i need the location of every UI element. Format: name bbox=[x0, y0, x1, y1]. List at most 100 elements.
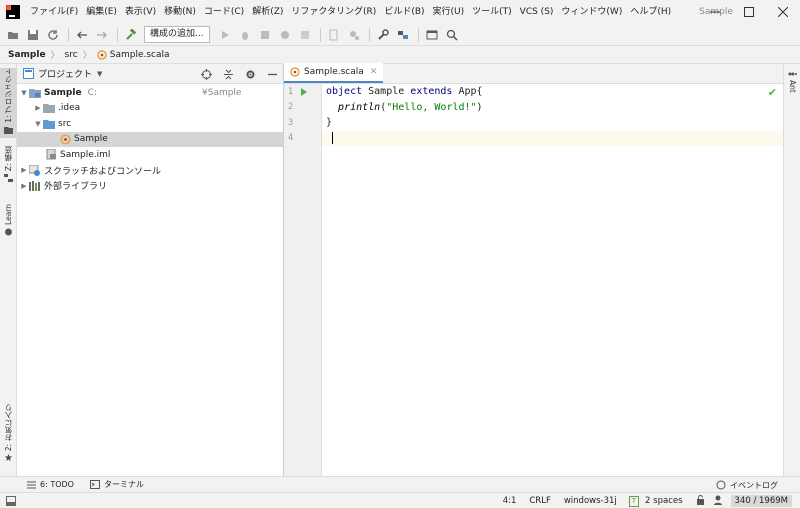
close-window-button[interactable] bbox=[766, 0, 800, 24]
chevron-down-icon[interactable]: ▼ bbox=[97, 70, 102, 78]
module-folder-icon bbox=[29, 87, 41, 99]
code-area[interactable]: object Sample extends App{ println("Hell… bbox=[322, 84, 783, 476]
structure-tool-tab-label: Z: 構造 bbox=[4, 146, 13, 172]
no-problems-check-icon[interactable]: ✔ bbox=[768, 86, 777, 99]
run-anything-button[interactable] bbox=[423, 26, 441, 44]
save-all-button[interactable] bbox=[24, 26, 42, 44]
file-encoding[interactable]: windows-31j bbox=[564, 496, 617, 506]
settings-button[interactable] bbox=[374, 26, 392, 44]
attach-icon bbox=[349, 30, 359, 40]
attach-button[interactable] bbox=[345, 26, 363, 44]
event-log-button[interactable]: イベントログ bbox=[716, 477, 778, 493]
menu-file[interactable]: ファイル(F) bbox=[26, 0, 82, 24]
tree-node-sample-object[interactable]: Sample bbox=[17, 131, 283, 147]
toolbar-separator bbox=[319, 27, 321, 42]
inspector-icon[interactable] bbox=[713, 495, 723, 508]
list-icon bbox=[26, 480, 36, 490]
vcs-icon bbox=[329, 29, 338, 40]
breadcrumb-project[interactable]: Sample bbox=[8, 50, 46, 60]
run-configuration-select[interactable]: 構成の追加... bbox=[144, 26, 210, 43]
menu-bar: ファイル(F) 編集(E) 表示(V) 移動(N) コード(C) 解析(Z) リ… bbox=[0, 0, 800, 24]
tree-node-scratches[interactable]: ▶ スクラッチおよびコンソール bbox=[17, 163, 283, 179]
tree-node-external-libraries[interactable]: ▶ 外部ライブラリ bbox=[17, 178, 283, 194]
tree-node-label: Sample bbox=[44, 87, 82, 98]
hide-panel-button[interactable] bbox=[265, 67, 279, 81]
menu-analyze[interactable]: 解析(Z) bbox=[248, 0, 287, 24]
status-bar: 4:1 CRLF windows-31j T 2 spaces 340 / 19… bbox=[0, 492, 800, 508]
tree-node-sample-iml[interactable]: Sample.iml bbox=[17, 147, 283, 163]
run-button[interactable] bbox=[216, 26, 234, 44]
profile-button[interactable] bbox=[276, 26, 294, 44]
menu-window[interactable]: ウィンドウ(W) bbox=[557, 0, 626, 24]
play-icon bbox=[221, 30, 229, 39]
todo-tool-button[interactable]: 6: TODO bbox=[26, 480, 82, 490]
locate-file-button[interactable] bbox=[199, 67, 213, 81]
expanded-arrow-icon[interactable]: ▼ bbox=[33, 120, 43, 128]
run-gutter-icon[interactable] bbox=[301, 88, 307, 96]
maximize-button[interactable] bbox=[732, 0, 766, 24]
build-button[interactable] bbox=[122, 26, 140, 44]
breadcrumb-src[interactable]: src bbox=[65, 50, 78, 60]
menu-refactor[interactable]: リファクタリング(R) bbox=[287, 0, 380, 24]
back-button[interactable] bbox=[73, 26, 91, 44]
tree-node-idea[interactable]: ▶ .idea bbox=[17, 101, 283, 117]
source-folder-icon bbox=[43, 118, 55, 130]
editor-tab-sample-scala[interactable]: Sample.scala ✕ bbox=[284, 63, 384, 83]
caret-position[interactable]: 4:1 bbox=[503, 496, 517, 506]
menu-view[interactable]: 表示(V) bbox=[121, 0, 160, 24]
tree-node-sample-module[interactable]: ▼ Sample C: ¥Sample bbox=[17, 85, 283, 101]
minimize-button[interactable] bbox=[698, 0, 732, 24]
toolbar-separator bbox=[117, 27, 118, 42]
tree-node-src[interactable]: ▼ src bbox=[17, 116, 283, 132]
collapse-icon bbox=[223, 69, 233, 79]
lock-icon[interactable] bbox=[696, 494, 705, 508]
terminal-tool-label: ターミナル bbox=[103, 480, 144, 489]
line-number: 2 bbox=[288, 102, 294, 113]
ant-tool-tab[interactable]: Ant bbox=[784, 70, 800, 93]
breadcrumb-file[interactable]: Sample.scala bbox=[97, 50, 170, 60]
project-structure-button[interactable] bbox=[394, 26, 412, 44]
memory-indicator[interactable]: 340 / 1969M bbox=[730, 495, 792, 507]
menu-vcs[interactable]: VCS (S) bbox=[516, 0, 558, 24]
line-separator[interactable]: CRLF bbox=[529, 496, 550, 506]
debug-button[interactable] bbox=[236, 26, 254, 44]
indent-setting[interactable]: 2 spaces bbox=[645, 496, 682, 506]
editor-tab-bar: Sample.scala ✕ bbox=[284, 63, 783, 84]
coverage-button[interactable] bbox=[256, 26, 274, 44]
ant-icon bbox=[788, 72, 797, 76]
menu-code[interactable]: コード(C) bbox=[200, 0, 248, 24]
collapsed-arrow-icon[interactable]: ▶ bbox=[33, 104, 43, 112]
panel-settings-button[interactable] bbox=[243, 67, 257, 81]
menu-build[interactable]: ビルド(B) bbox=[380, 0, 428, 24]
menu-navigate[interactable]: 移動(N) bbox=[160, 0, 200, 24]
folder-icon bbox=[43, 102, 55, 114]
sync-button[interactable] bbox=[44, 26, 62, 44]
toggle-tool-windows-icon[interactable] bbox=[6, 495, 16, 506]
menu-tools[interactable]: ツール(T) bbox=[468, 0, 516, 24]
collapse-all-button[interactable] bbox=[221, 67, 235, 81]
collapsed-arrow-icon[interactable]: ▶ bbox=[19, 166, 29, 174]
project-tool-tab[interactable]: 1: プロジェクト bbox=[0, 68, 17, 138]
favorites-tool-tab[interactable]: 2: お気に入り ★ bbox=[0, 404, 17, 470]
collapsed-arrow-icon[interactable]: ▶ bbox=[19, 182, 29, 190]
menu-help[interactable]: ヘルプ(H) bbox=[626, 0, 675, 24]
menu-edit[interactable]: 編集(E) bbox=[82, 0, 121, 24]
code-keyword: extends bbox=[410, 86, 453, 98]
close-tab-icon[interactable]: ✕ bbox=[370, 67, 378, 77]
project-view-icon bbox=[23, 68, 34, 79]
vcs-update-button[interactable] bbox=[325, 26, 343, 44]
search-everywhere-button[interactable] bbox=[443, 26, 461, 44]
open-button[interactable] bbox=[4, 26, 22, 44]
expanded-arrow-icon[interactable]: ▼ bbox=[19, 89, 29, 97]
structure-tool-tab[interactable]: Z: 構造 bbox=[0, 146, 17, 198]
menu-run[interactable]: 実行(U) bbox=[429, 0, 469, 24]
project-panel: プロジェクト ▼ ▼ Sample C: ¥Sample ▶ .idea ▼ s… bbox=[17, 64, 284, 476]
terminal-tool-button[interactable]: ターミナル bbox=[89, 479, 152, 490]
status-bar-widgets: 4:1 CRLF windows-31j T 2 spaces 340 / 19… bbox=[490, 493, 792, 508]
stop-button[interactable] bbox=[296, 26, 314, 44]
toolbar-separator bbox=[68, 27, 69, 42]
code-function: println bbox=[338, 101, 381, 113]
forward-button[interactable] bbox=[93, 26, 111, 44]
project-panel-title[interactable]: プロジェクト bbox=[38, 67, 92, 80]
learn-tool-tab[interactable]: Learn bbox=[0, 204, 17, 238]
